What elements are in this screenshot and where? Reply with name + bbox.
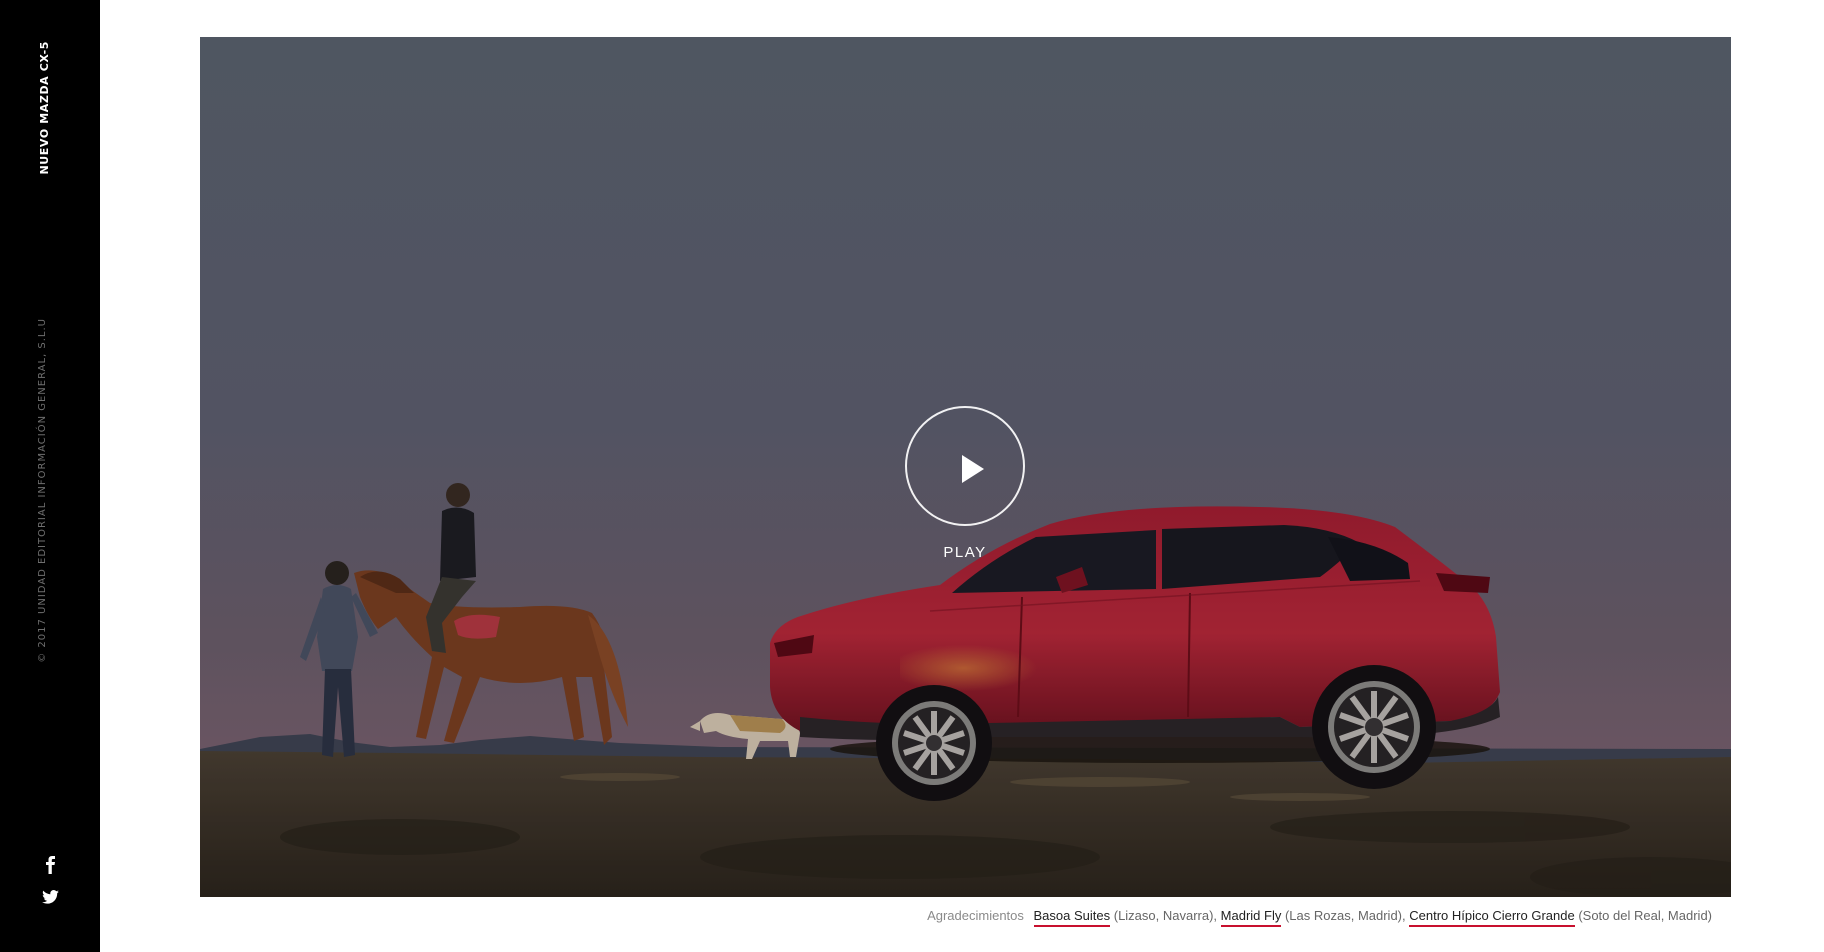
credits-line: Agradecimientos Basoa Suites (Lizaso, Na… [927,908,1712,927]
credit-location: (Lizaso, Navarra), [1110,908,1218,923]
facebook-icon[interactable] [44,856,56,878]
sidebar: NUEVO MAZDA CX-5 © 2017 UNIDAD EDITORIAL… [0,0,100,952]
sidebar-title[interactable]: NUEVO MAZDA CX-5 [38,41,51,175]
credit-link-centro-hipico[interactable]: Centro Hípico Cierro Grande [1409,908,1575,927]
copyright-text: © 2017 UNIDAD EDITORIAL INFORMACIÓN GENE… [37,318,48,663]
credit-link-madrid-fly[interactable]: Madrid Fly [1220,908,1282,927]
play-button[interactable] [905,406,1025,526]
play-icon [962,455,984,483]
social-twitter[interactable] [0,889,100,908]
play-label[interactable]: PLAY [905,544,1025,561]
credit-location: (Las Rozas, Madrid), [1281,908,1406,923]
credits-lead: Agradecimientos [927,908,1024,923]
video-player[interactable]: PLAY [200,37,1731,897]
credit-link-basoa-suites[interactable]: Basoa Suites [1033,908,1111,927]
social-facebook[interactable] [0,856,100,878]
twitter-icon[interactable] [41,889,59,908]
credit-location: (Soto del Real, Madrid) [1574,908,1712,923]
